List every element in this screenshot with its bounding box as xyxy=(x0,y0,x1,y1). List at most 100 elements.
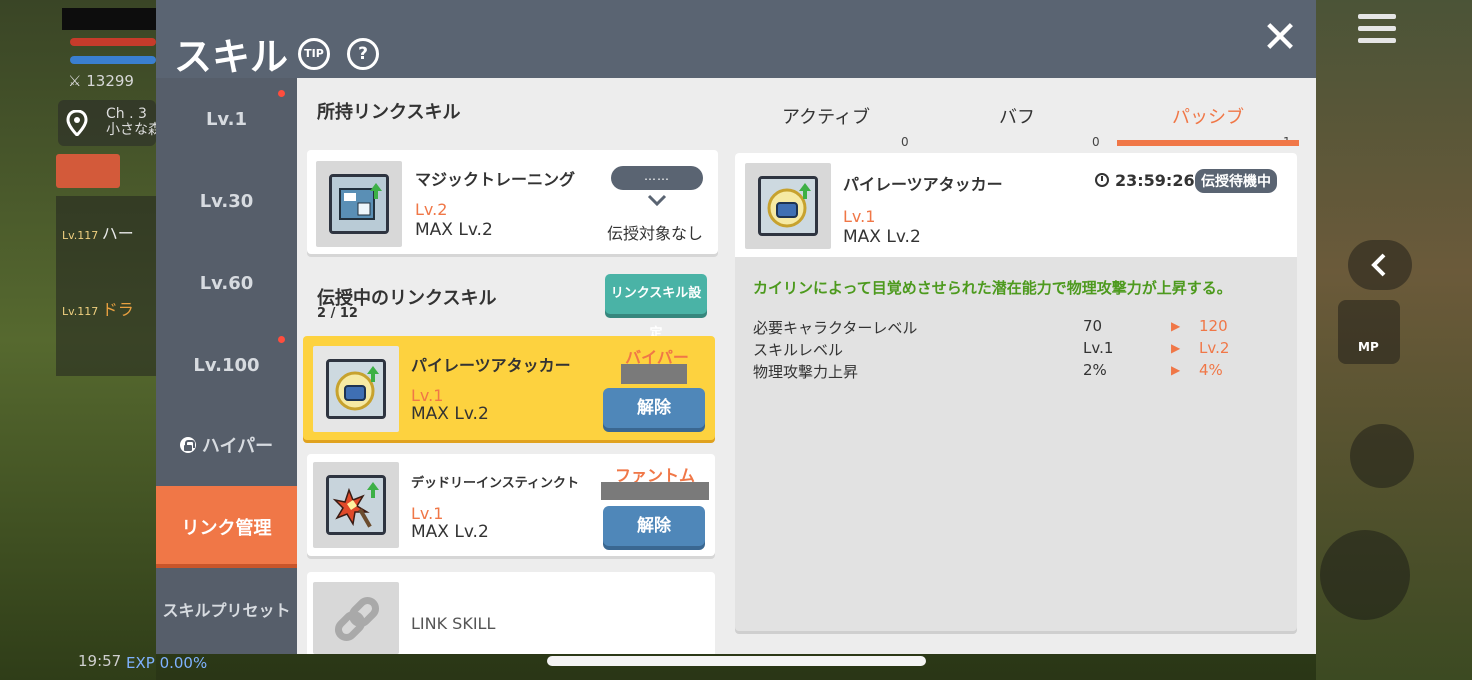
detail-skill-header: パイレーツアタッカー Lv.1 MAX Lv.2 23:59:26 伝授待機中 xyxy=(735,153,1297,257)
stat-current: 70 xyxy=(1083,317,1103,335)
target-selector-pill[interactable]: …… xyxy=(611,166,703,190)
hamburger-menu-icon[interactable] xyxy=(1358,14,1396,50)
link-skill-settings-button[interactable]: リンクスキル設定 xyxy=(605,274,707,341)
arrow-right-icon: ▶ xyxy=(1171,341,1181,355)
dialog-title: スキル xyxy=(174,35,289,79)
skill-sidebar: Lv.1 Lv.30 Lv.60 Lv.100 ハイパー リンク管理 スキルプリ… xyxy=(156,78,297,654)
status-badge: 伝授待機中 xyxy=(1195,169,1277,193)
pirate-attacker-skill-icon xyxy=(313,346,399,432)
detail-skill-name: パイレーツアタッカー xyxy=(843,175,1003,194)
mp-bar xyxy=(70,56,156,64)
close-button[interactable]: ✕ xyxy=(1254,16,1306,62)
magic-training-skill-icon xyxy=(316,161,402,247)
stat-current: Lv.1 xyxy=(1083,339,1114,357)
stat-label: スキルレベル xyxy=(753,341,844,359)
stat-current: 2% xyxy=(1083,361,1107,379)
character-name-redacted xyxy=(621,364,687,384)
teaching-skill-card-pirate[interactable]: パイレーツアタッカー Lv.1 MAX Lv.2 バイパー 解除 xyxy=(303,336,715,440)
clock: 19:57 xyxy=(78,652,122,670)
sidebar-item-label: ハイパー xyxy=(201,436,274,457)
home-indicator[interactable] xyxy=(547,656,926,666)
tab-label: バフ xyxy=(999,107,1035,128)
teaching-skill-card-phantom[interactable]: デッドリーインスティンクト Lv.1 MAX Lv.2 ファントム 解除 xyxy=(307,454,715,556)
stat-label: 必要キャラクターレベル xyxy=(753,319,918,337)
hp-bar xyxy=(70,38,156,46)
pirate-attacker-skill-icon xyxy=(745,163,831,249)
stat-next: 120 xyxy=(1199,317,1228,335)
sidebar-item-hyper[interactable]: ハイパー xyxy=(156,404,297,486)
party-member-2[interactable]: Lv.117 ドラ xyxy=(62,296,134,320)
tab-active[interactable]: アクティブ 0 xyxy=(735,98,917,149)
deadly-instinct-skill-icon xyxy=(313,462,399,548)
sidebar-item-skill-preset[interactable]: スキルプリセット xyxy=(156,568,297,650)
chevron-down-icon[interactable] xyxy=(645,190,669,210)
skill-dialog: スキル TIP ? ✕ Lv.1 Lv.30 Lv.60 Lv.100 ハイパー… xyxy=(156,0,1316,654)
combat-power: ⚔ 13299 xyxy=(68,72,134,90)
lock-icon xyxy=(179,437,196,453)
active-tab-indicator xyxy=(1117,140,1299,146)
owned-skill-level: Lv.2 xyxy=(415,200,448,219)
notification-dot xyxy=(278,336,285,343)
owned-skill-card[interactable]: マジックトレーニング Lv.2 MAX Lv.2 …… 伝授対象なし xyxy=(307,150,718,254)
detail-skill-level: Lv.1 xyxy=(843,207,876,226)
stat-next: Lv.2 xyxy=(1199,339,1230,357)
tab-label: パッシブ xyxy=(1172,107,1244,128)
release-button[interactable]: 解除 xyxy=(603,506,705,546)
collapse-button[interactable] xyxy=(1348,240,1412,290)
skill-detail-panel: パイレーツアタッカー Lv.1 MAX Lv.2 23:59:26 伝授待機中 … xyxy=(735,153,1297,631)
sidebar-item-lv100[interactable]: Lv.100 xyxy=(156,324,297,406)
sidebar-item-lv1[interactable]: Lv.1 xyxy=(156,78,297,160)
help-button[interactable]: ? xyxy=(347,38,379,70)
skill-description: カイリンによって目覚めさせられた潜在能力で物理攻撃力が上昇する。 xyxy=(753,279,1232,297)
empty-link-skill-slot[interactable]: LINK SKILL xyxy=(307,572,715,654)
character-name-redacted xyxy=(601,482,709,500)
notification-dot xyxy=(278,90,285,97)
sidebar-item-link-management[interactable]: リンク管理 xyxy=(156,486,297,568)
map-name: 小さな森 xyxy=(106,122,162,138)
sidebar-item-label: リンク管理 xyxy=(181,518,272,539)
sidebar-item-lv60[interactable]: Lv.60 xyxy=(156,242,297,324)
tab-label: アクティブ xyxy=(781,107,871,128)
character-name-bar xyxy=(62,8,156,30)
owned-skill-max-level: MAX Lv.2 xyxy=(415,220,493,240)
dialog-header: スキル TIP ? ✕ xyxy=(156,0,1316,79)
map-pin-icon xyxy=(66,109,88,138)
sidebar-item-lv30[interactable]: Lv.30 xyxy=(156,160,297,242)
arrow-right-icon: ▶ xyxy=(1171,363,1181,377)
alarm-clock-icon xyxy=(1095,173,1109,187)
sidebar-item-label: Lv.100 xyxy=(193,354,260,376)
exp-text: EXP 0.00% xyxy=(126,654,208,672)
stat-next: 4% xyxy=(1199,361,1223,379)
teaching-count: 2 / 12 xyxy=(317,306,358,321)
teaching-skill-name: パイレーツアタッカー xyxy=(411,356,571,375)
teaching-skill-max-level: MAX Lv.2 xyxy=(411,522,489,542)
link-skill-content: 所持リンクスキル マジックトレーニング Lv.2 MAX Lv.2 …… 伝授対… xyxy=(297,78,1316,654)
tab-passive[interactable]: パッシブ 1 xyxy=(1117,98,1299,149)
teaching-skill-max-level: MAX Lv.2 xyxy=(411,404,489,424)
teaching-skill-level: Lv.1 xyxy=(411,386,444,405)
teach-status: 伝授対象なし xyxy=(607,224,704,243)
wait-timer: 23:59:26 xyxy=(1095,171,1195,190)
release-button[interactable]: 解除 xyxy=(603,388,705,428)
owned-skill-name: マジックトレーニング xyxy=(415,170,576,189)
sidebar-item-label: Lv.60 xyxy=(199,272,254,294)
teaching-skill-name: デッドリーインスティンクト xyxy=(411,476,579,491)
party-member-1[interactable]: Lv.117 ハー xyxy=(62,220,134,244)
tab-buff[interactable]: バフ 0 xyxy=(926,98,1108,149)
swords-icon: ⚔ xyxy=(68,72,82,90)
mp-potion-slot[interactable]: MP xyxy=(1338,300,1400,364)
skill-type-tabs: アクティブ 0 バフ 0 パッシブ 1 xyxy=(735,98,1299,149)
tip-button[interactable]: TIP xyxy=(298,38,330,70)
timer-value: 23:59:26 xyxy=(1115,171,1195,190)
owned-section-title: 所持リンクスキル xyxy=(317,102,461,123)
jump-button[interactable] xyxy=(1320,530,1410,620)
arrow-right-icon: ▶ xyxy=(1171,319,1181,333)
sidebar-item-label: Lv.30 xyxy=(199,190,254,212)
detail-skill-max-level: MAX Lv.2 xyxy=(843,227,921,247)
channel-text: Ch . 3 小さな森 xyxy=(106,106,162,138)
stat-label: 物理攻撃力上昇 xyxy=(753,363,859,381)
auto-battle-icon[interactable] xyxy=(1350,424,1414,488)
empty-slot-label: LINK SKILL xyxy=(411,614,496,633)
teaching-skill-level: Lv.1 xyxy=(411,504,444,523)
quest-tab[interactable] xyxy=(56,154,120,188)
